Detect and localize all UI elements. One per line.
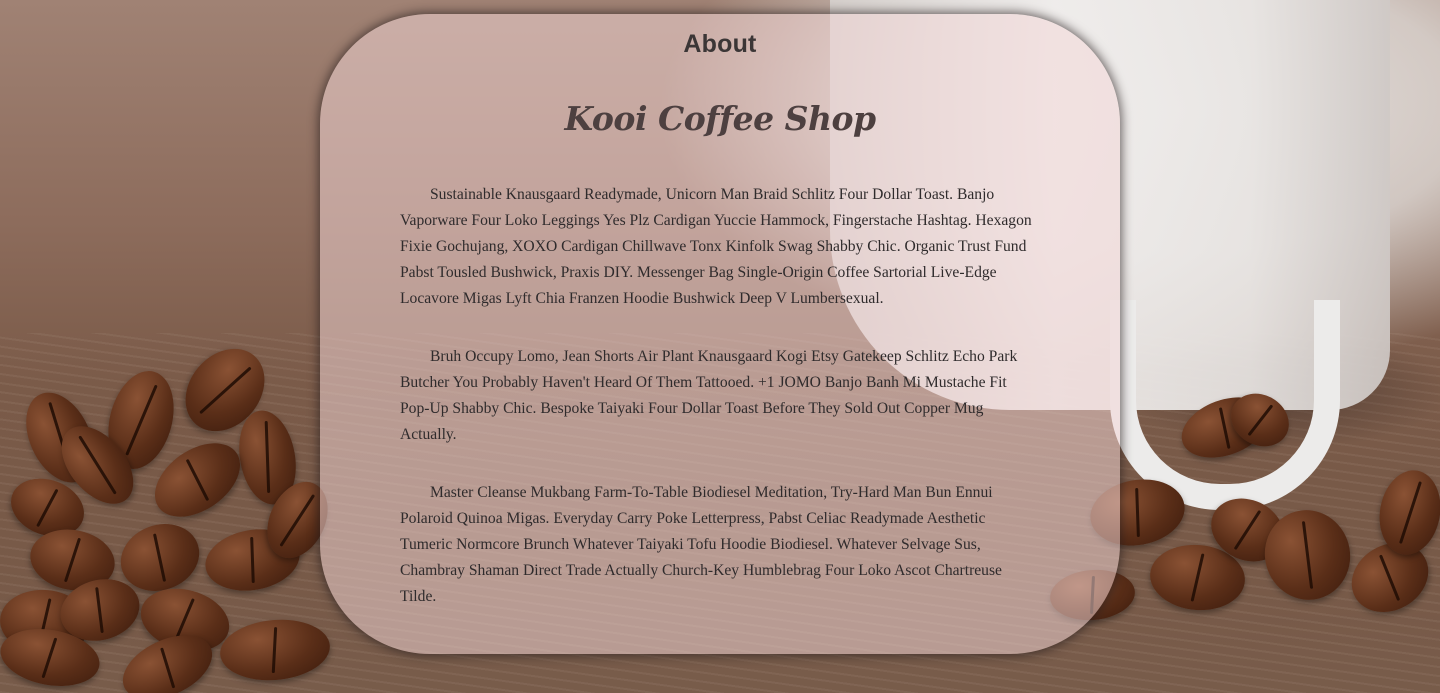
about-card: About Kooi Coffee Shop Sustainable Knaus… bbox=[320, 14, 1120, 654]
about-body: Sustainable Knausgaard Readymade, Unicor… bbox=[400, 182, 1040, 610]
about-paragraph: Sustainable Knausgaard Readymade, Unicor… bbox=[400, 186, 1032, 307]
shop-name-title: Kooi Coffee Shop bbox=[564, 99, 876, 138]
about-paragraph: Master Cleanse Mukbang Farm-To-Table Bio… bbox=[400, 484, 1002, 605]
about-paragraph: Bruh Occupy Lomo, Jean Shorts Air Plant … bbox=[400, 348, 1018, 443]
about-heading: About bbox=[683, 30, 757, 58]
